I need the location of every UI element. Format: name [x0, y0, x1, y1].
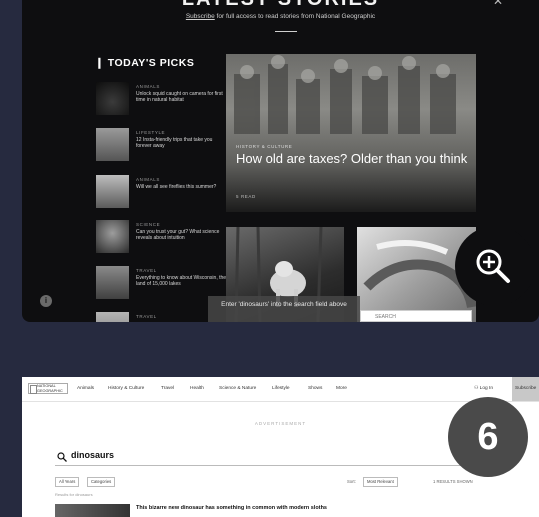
search-query: dinosaurs	[71, 450, 115, 460]
pick-thumbnail	[96, 175, 129, 208]
pick-thumbnail	[96, 266, 129, 299]
results-count: Results for dinosaurs	[55, 492, 93, 497]
hero-meta: 5 READ	[236, 194, 256, 199]
user-icon: ⚇	[474, 386, 479, 391]
pick-thumbnail	[96, 220, 129, 253]
pick-title: 12 Insta-friendly trips that take you fo…	[136, 137, 213, 149]
todays-picks-heading: ❙ TODAY'S PICKS	[95, 57, 195, 69]
result-title[interactable]: This bizarre new dinosaur has something …	[136, 505, 327, 511]
pick-title: Unlock squid caught on camera for first …	[136, 91, 223, 103]
pick-category: Travel	[136, 314, 157, 319]
pick-category: Lifestyle	[136, 130, 166, 135]
pick-category: Science	[136, 222, 161, 227]
pick-category: Travel	[136, 268, 157, 273]
natgeo-logo[interactable]: NATIONAL GEOGRAPHIC	[28, 383, 68, 394]
nav-item-history[interactable]: History & Culture	[108, 386, 144, 391]
pick-item[interactable]: Animals Will we all see fireflies this s…	[96, 175, 231, 211]
pick-thumbnail	[96, 128, 129, 161]
close-icon[interactable]: ✕	[493, 0, 503, 8]
filter-bar: All Years Categories Sort: Most Relevant…	[55, 477, 475, 487]
sort-label: Sort:	[347, 479, 356, 484]
pick-category: Animals	[136, 177, 160, 182]
hero-story[interactable]: HISTORY & CULTURE How old are taxes? Old…	[226, 54, 476, 212]
zoom-in-button[interactable]	[455, 226, 535, 306]
natgeo-dark-page: LATEST STORIES ✕ Subscribe for full acce…	[22, 0, 539, 322]
nav-item-travel[interactable]: Travel	[161, 386, 174, 391]
nav-item-science[interactable]: Science & Nature	[219, 386, 256, 391]
subscribe-button[interactable]: Subscribe	[512, 377, 539, 401]
step-number-badge: 6	[448, 397, 528, 477]
search-icon	[57, 452, 67, 462]
pick-thumbnail	[96, 312, 129, 322]
login-link[interactable]: ⚇ Log In	[474, 386, 493, 391]
divider	[275, 31, 297, 32]
mini-search-field[interactable]: SEARCH	[360, 310, 472, 322]
subscribe-link[interactable]: Subscribe	[186, 13, 215, 20]
pick-thumbnail	[96, 82, 129, 115]
nav-item-shows[interactable]: Shows	[308, 386, 322, 391]
search-input[interactable]: dinosaurs	[55, 450, 467, 466]
hero-image	[234, 55, 456, 134]
pick-category: Animals	[136, 84, 160, 89]
filter-years[interactable]: All Years	[55, 477, 80, 487]
instruction-tooltip: Enter 'dinosaurs' into the search field …	[208, 296, 360, 322]
top-navigation: NATIONAL GEOGRAPHIC Animals History & Cu…	[22, 377, 539, 402]
filter-categories[interactable]: Categories	[87, 477, 116, 487]
nav-item-lifestyle[interactable]: Lifestyle	[272, 386, 290, 391]
results-shown-label: 1 RESULTS SHOWN	[433, 479, 473, 484]
subscribe-line-text: for full access to read stories from Nat…	[214, 13, 376, 20]
pick-item[interactable]: Lifestyle 12 Insta-friendly trips that t…	[96, 128, 231, 164]
pick-item[interactable]: Animals Unlock squid caught on camera fo…	[96, 82, 231, 118]
result-thumbnail[interactable]	[55, 504, 130, 517]
section-title: LATEST STORIES	[22, 0, 539, 11]
pick-title: Can you trust your gut? What science rev…	[136, 229, 220, 241]
hero-category: HISTORY & CULTURE	[236, 144, 293, 149]
zoom-in-icon	[476, 249, 510, 283]
hero-title[interactable]: How old are taxes? Older than you think	[236, 151, 471, 167]
nav-item-health[interactable]: Health	[190, 386, 204, 391]
subscribe-line: Subscribe for full access to read storie…	[22, 13, 539, 20]
nav-item-animals[interactable]: Animals	[77, 386, 94, 391]
pick-item[interactable]: Science Can you trust your gut? What sci…	[96, 220, 231, 256]
sort-dropdown[interactable]: Most Relevant	[363, 477, 398, 487]
nav-item-more[interactable]: More	[336, 386, 347, 391]
info-icon[interactable]: i	[40, 295, 52, 307]
pick-title: Will we all see fireflies this summer?	[136, 184, 217, 190]
pick-title: Everything to know about Wisconsin, the …	[136, 275, 227, 287]
